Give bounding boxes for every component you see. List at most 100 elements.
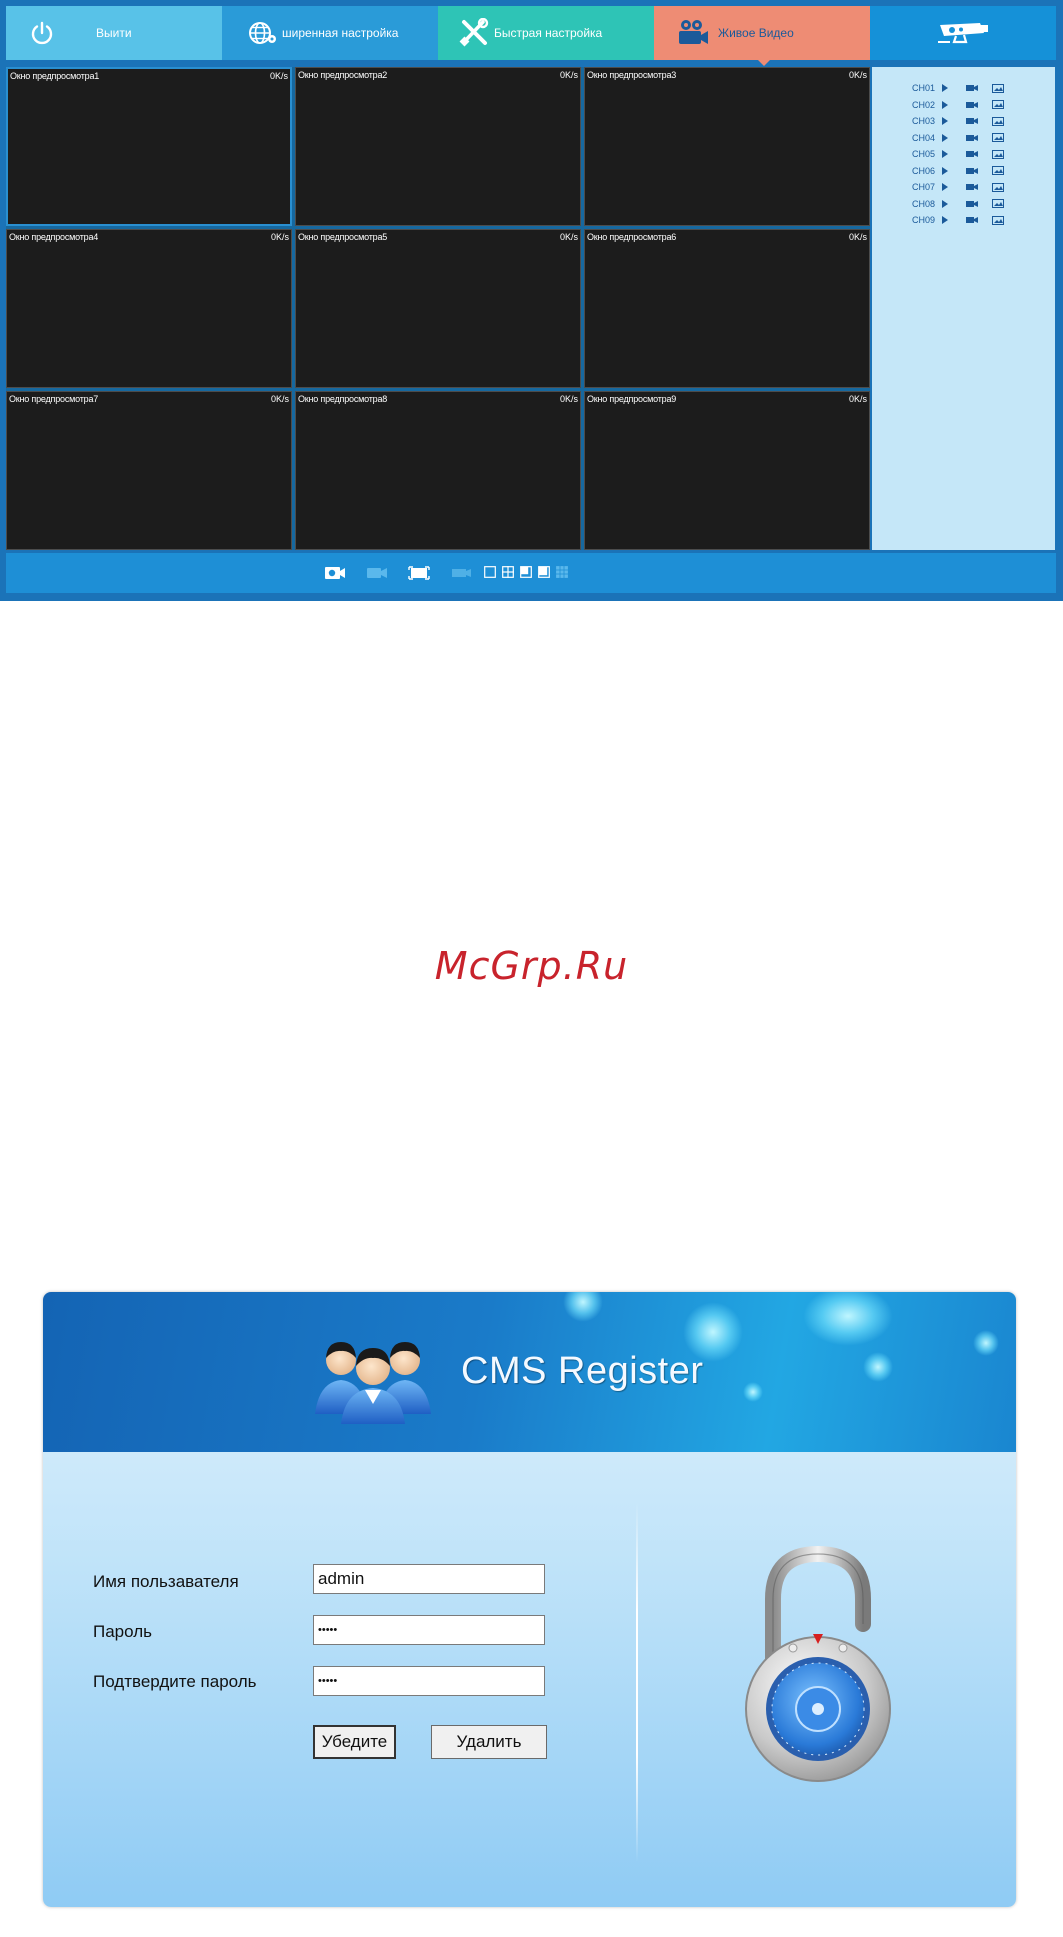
channel-row[interactable]: CH07 — [912, 180, 1004, 194]
channel-row[interactable]: CH06 — [912, 164, 1004, 178]
preview-window[interactable]: Окно предпросмотра2 0K/s — [295, 67, 581, 226]
channel-label: CH06 — [912, 165, 936, 176]
record-icon[interactable] — [966, 216, 992, 224]
layout-4-icon[interactable] — [502, 566, 514, 578]
preview-window-bitrate: 0K/s — [848, 232, 867, 242]
record-icon[interactable] — [966, 200, 992, 208]
snapshot-image-icon[interactable] — [992, 215, 1004, 225]
channel-label: CH02 — [912, 99, 936, 110]
preview-window-title: Окно предпросмотра5 — [298, 232, 388, 242]
play-icon[interactable] — [942, 150, 966, 158]
confirm-password-input[interactable] — [313, 1666, 545, 1696]
preview-window-bitrate: 0K/s — [559, 394, 578, 404]
snapshot-image-icon[interactable] — [992, 116, 1004, 126]
live-video-tab[interactable]: Живое Видео — [654, 6, 870, 66]
preview-window-bitrate: 0K/s — [559, 232, 578, 242]
quick-settings-tab[interactable]: Быстрая настройка — [438, 6, 654, 60]
preview-window-title: Окно предпросмотра7 — [9, 394, 99, 404]
advanced-settings-label: ширенная настройка — [282, 26, 399, 40]
preview-window[interactable]: Окно предпросмотра3 0K/s — [584, 67, 870, 226]
dialog-divider — [636, 1502, 638, 1862]
snapshot-image-icon[interactable] — [992, 149, 1004, 159]
play-icon[interactable] — [942, 84, 966, 92]
exit-tab-label: Выити — [96, 26, 132, 40]
channel-label: CH07 — [912, 182, 936, 192]
preview-window-title: Окно предпросмотра1 — [10, 71, 100, 81]
camera-logo-tab[interactable] — [870, 6, 1056, 60]
fullscreen-icon[interactable] — [408, 566, 430, 580]
banner-sparkle — [863, 1352, 893, 1382]
preview-window-bitrate: 0K/s — [559, 70, 578, 80]
preview-window-title: Окно предпросмотра4 — [9, 232, 99, 242]
play-icon[interactable] — [942, 216, 966, 224]
preview-window[interactable]: Окно предпросмотра6 0K/s — [584, 229, 870, 388]
preview-window[interactable]: Окно предпросмотра7 0K/s — [6, 391, 292, 550]
channel-row[interactable]: CH02 — [912, 98, 1004, 112]
confirm-button[interactable]: Убедите — [313, 1725, 396, 1759]
preview-window[interactable]: Окно предпросмотра9 0K/s — [584, 391, 870, 550]
layout-8-icon[interactable] — [538, 566, 550, 578]
record-icon[interactable] — [966, 101, 992, 109]
record-icon[interactable] — [366, 566, 388, 580]
layout-6-icon[interactable] — [520, 566, 532, 578]
snapshot-image-icon[interactable] — [992, 182, 1004, 192]
channel-label: CH08 — [912, 198, 936, 209]
record-icon[interactable] — [966, 183, 992, 191]
username-input[interactable] — [313, 1564, 545, 1594]
banner-sparkle — [743, 1382, 763, 1402]
banner-sparkle — [973, 1330, 999, 1356]
preview-window-title: Окно предпросмотра8 — [298, 394, 388, 404]
snapshot-image-icon[interactable] — [992, 83, 1004, 93]
snapshot-image-icon[interactable] — [992, 100, 1004, 109]
layout-1-icon[interactable] — [484, 566, 496, 578]
play-icon[interactable] — [942, 199, 966, 208]
preview-window-bitrate: 0K/s — [269, 71, 288, 81]
tools-icon — [454, 13, 494, 53]
register-title: CMS Register — [461, 1350, 704, 1392]
channel-row[interactable]: CH04 — [912, 131, 1004, 145]
channel-row[interactable]: CH05 — [912, 147, 1004, 161]
record-icon[interactable] — [966, 167, 992, 175]
preview-window-title: Окно предпросмотра2 — [298, 70, 388, 80]
stream-icon[interactable] — [450, 566, 472, 580]
preview-window[interactable]: Окно предпросмотра5 0K/s — [295, 229, 581, 388]
channel-row[interactable]: CH01 — [912, 81, 1004, 95]
advanced-settings-tab[interactable]: ширенная настройка — [222, 6, 438, 60]
layout-9-icon[interactable] — [556, 566, 568, 578]
channel-row[interactable]: CH03 — [912, 114, 1004, 128]
snapshot-image-icon[interactable] — [992, 199, 1004, 208]
preview-window[interactable]: Окно предпросмотра1 0K/s — [6, 67, 292, 226]
snapshot-icon[interactable] — [324, 566, 346, 580]
play-icon[interactable] — [942, 117, 966, 125]
top-navigation: Выити ширенная настройка Быстрая настрой… — [6, 6, 1056, 66]
play-icon[interactable] — [942, 100, 966, 109]
movie-camera-icon — [672, 13, 712, 53]
preview-window-bitrate: 0K/s — [270, 394, 289, 404]
record-icon[interactable] — [966, 150, 992, 158]
exit-tab[interactable]: Выити — [6, 6, 222, 60]
preview-window-bitrate: 0K/s — [848, 70, 867, 80]
delete-button[interactable]: Удалить — [431, 1725, 547, 1759]
channel-label: CH09 — [912, 215, 936, 225]
record-icon[interactable] — [966, 134, 992, 142]
banner-sparkle — [803, 1292, 893, 1346]
channel-row[interactable]: CH09 — [912, 213, 1004, 227]
record-icon[interactable] — [966, 117, 992, 125]
play-icon[interactable] — [942, 133, 966, 142]
preview-window[interactable]: Окно предпросмотра4 0K/s — [6, 229, 292, 388]
preview-window[interactable]: Окно предпросмотра8 0K/s — [295, 391, 581, 550]
play-icon[interactable] — [942, 166, 966, 175]
preview-window-title: Окно предпросмотра3 — [587, 70, 677, 80]
globe-settings-icon — [242, 13, 282, 53]
snapshot-image-icon[interactable] — [992, 166, 1004, 175]
password-input[interactable] — [313, 1615, 545, 1645]
password-label: Пароль — [93, 1622, 152, 1641]
users-group-icon — [313, 1324, 433, 1429]
record-icon[interactable] — [966, 84, 992, 92]
snapshot-image-icon[interactable] — [992, 133, 1004, 142]
channel-row[interactable]: CH08 — [912, 197, 1004, 211]
live-video-label: Живое Видео — [718, 26, 794, 40]
channel-label: CH05 — [912, 149, 936, 159]
preview-grid: Окно предпросмотра1 0K/s Окно предпросмотр… — [6, 67, 870, 550]
play-icon[interactable] — [942, 183, 966, 191]
